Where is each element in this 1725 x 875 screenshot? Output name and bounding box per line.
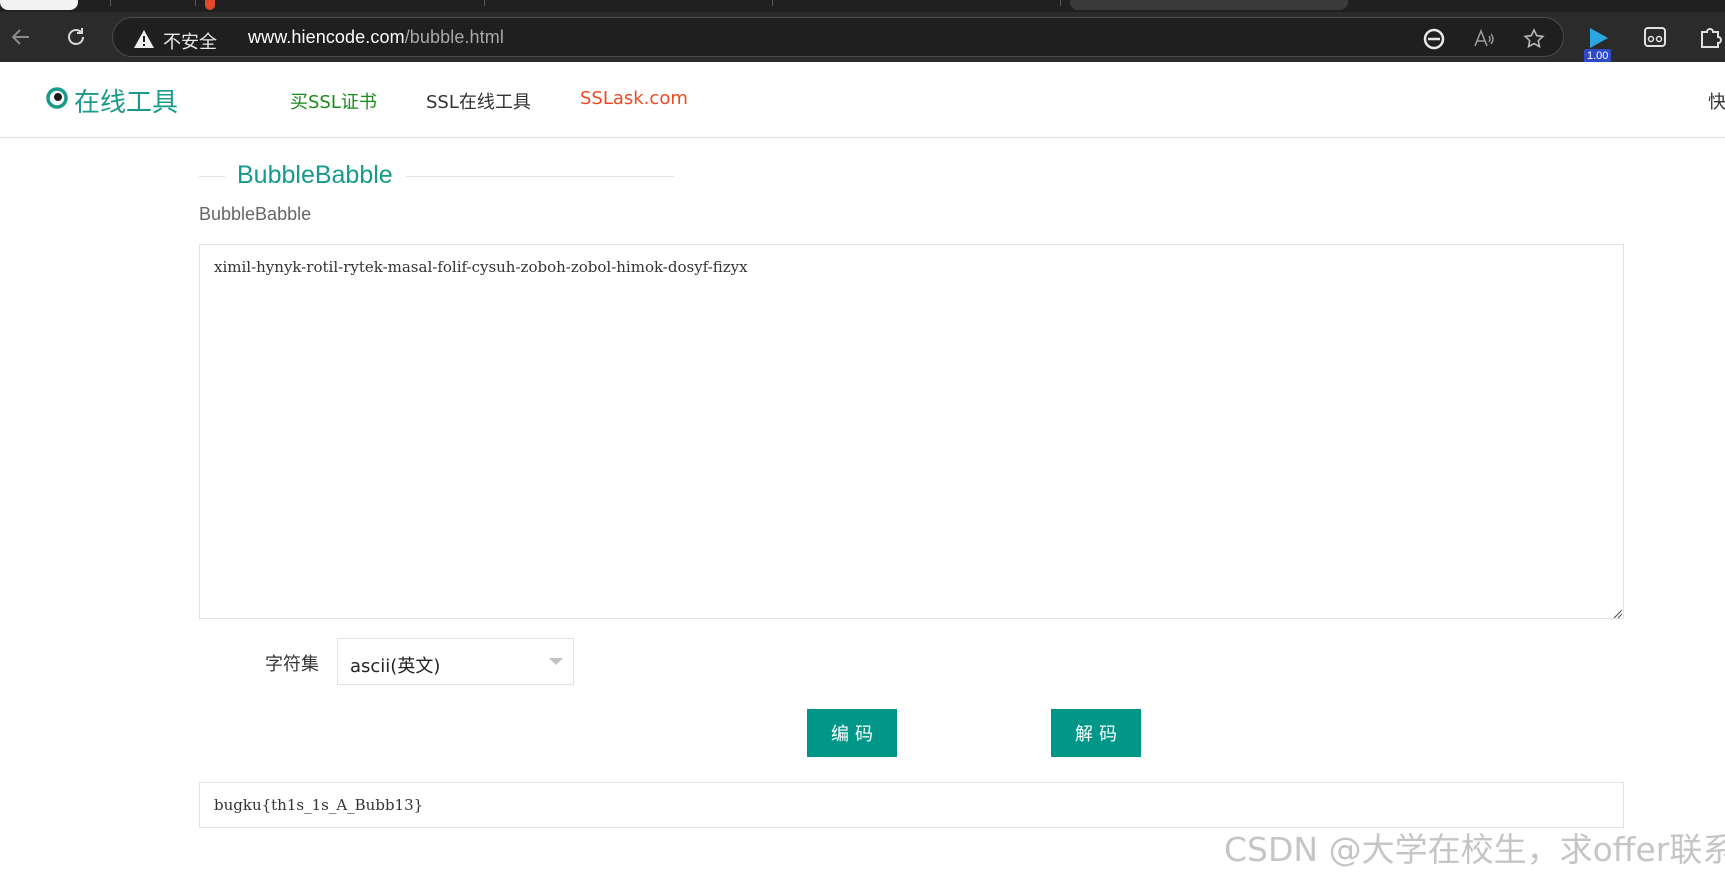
favorite-star-icon[interactable]: [1521, 26, 1547, 52]
back-icon[interactable]: [6, 22, 36, 52]
warning-icon: [133, 29, 155, 54]
url-path: /bubble.html: [404, 27, 504, 47]
extension-icon[interactable]: [1640, 22, 1670, 52]
tab-separator: [110, 0, 111, 6]
decode-button[interactable]: 解码: [1051, 709, 1141, 757]
security-indicator[interactable]: 不安全: [133, 28, 217, 54]
logo-icon: [46, 87, 68, 114]
nav-sslask[interactable]: SSLask.com: [580, 88, 688, 109]
tab-separator: [772, 0, 773, 6]
watermark: CSDN @大学在校生，求offer联系: [1224, 830, 1725, 869]
charset-selected-value: ascii(英文): [350, 656, 441, 677]
read-aloud-icon[interactable]: [1471, 26, 1497, 52]
browser-toolbar: 不安全 www.hiencode.com/bubble.html 1.00: [0, 12, 1725, 63]
logo-text: 在线工具: [74, 88, 179, 118]
encode-button[interactable]: 编码: [807, 709, 897, 757]
edge-app-icon[interactable]: [1421, 26, 1447, 52]
legend-divider-left: [199, 176, 225, 177]
resize-grip-icon[interactable]: [1612, 606, 1622, 619]
browser-tab-favicon[interactable]: [205, 0, 215, 10]
reload-icon[interactable]: [61, 22, 91, 52]
tab-separator: [1060, 0, 1061, 6]
nav-buy-ssl[interactable]: 买SSL证书: [290, 88, 377, 114]
nav-truncated-link[interactable]: 快: [1708, 88, 1725, 114]
browser-tab[interactable]: [0, 0, 78, 10]
site-logo[interactable]: 在线工具: [46, 82, 178, 119]
url-text[interactable]: www.hiencode.com/bubble.html: [248, 27, 504, 48]
extension-badge: 1.00: [1584, 49, 1612, 63]
bubblebabble-input[interactable]: ximil-hynyk-rotil-rytek-masal-folif-cysu…: [199, 244, 1624, 619]
legend-divider-right: [406, 176, 674, 177]
field-label: BubbleBabble: [199, 204, 312, 224]
output-field[interactable]: bugku{th1s_1s_A_Bubb13}: [199, 782, 1624, 828]
tab-separator: [484, 0, 485, 6]
browser-tab-strip: [0, 0, 1725, 12]
puzzle-icon[interactable]: [1695, 22, 1725, 52]
browser-tab[interactable]: [1070, 0, 1348, 10]
tab-separator: [195, 0, 196, 6]
address-bar[interactable]: 不安全 www.hiencode.com/bubble.html: [112, 17, 1564, 57]
section-title: BubbleBabble: [237, 161, 393, 189]
security-label: 不安全: [163, 32, 217, 53]
nav-ssl-tools[interactable]: SSL在线工具: [426, 88, 531, 114]
charset-label: 字符集: [265, 654, 319, 675]
site-header: 在线工具 买SSL证书 SSL在线工具 SSLask.com 快: [0, 62, 1725, 138]
url-host: www.hiencode.com: [248, 27, 405, 47]
chevron-down-icon: [549, 658, 563, 665]
charset-select[interactable]: ascii(英文): [337, 638, 574, 685]
